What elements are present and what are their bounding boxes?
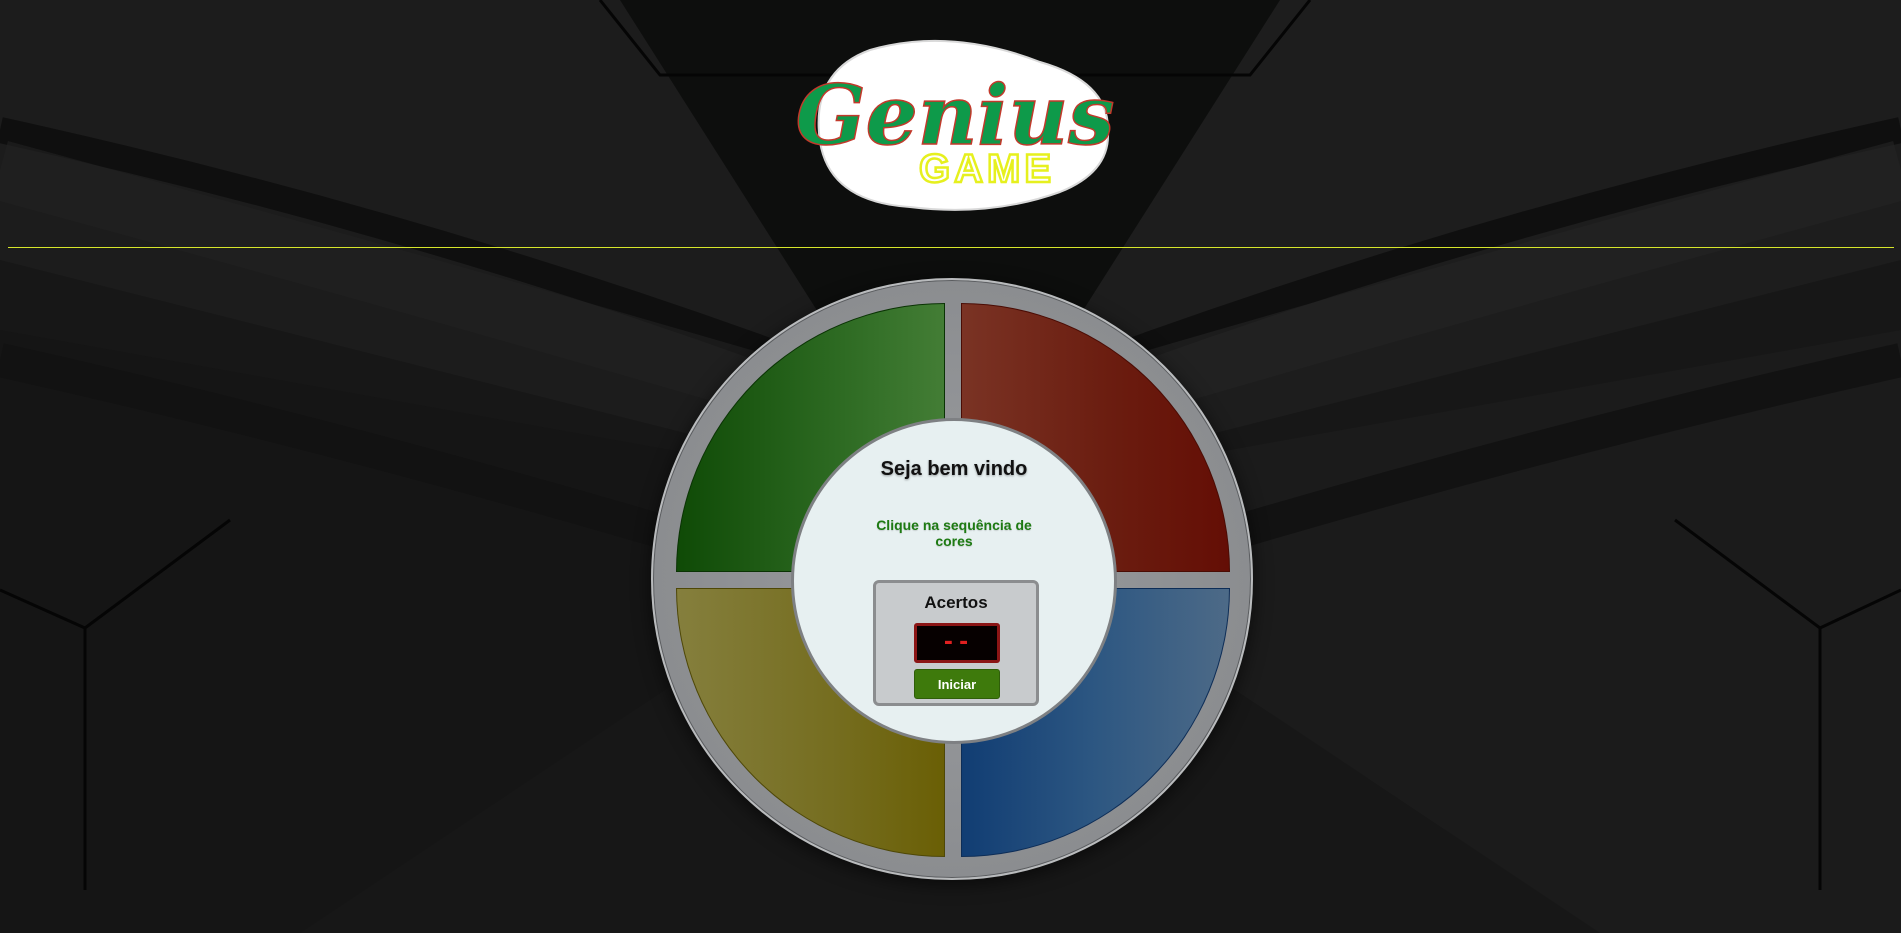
start-button[interactable]: Iniciar [914, 669, 1000, 699]
header-divider [8, 247, 1894, 248]
game-board: Seja bem vindo Clique na sequência de co… [651, 278, 1253, 880]
score-label: Acertos [924, 593, 988, 612]
center-panel: Seja bem vindo Clique na sequência de co… [791, 418, 1117, 744]
score-panel: Acertos -- Iniciar [873, 580, 1039, 706]
welcome-title: Seja bem vindo [880, 458, 1028, 480]
score-display: -- [914, 623, 1000, 663]
logo-graphic: Genius GAME [795, 39, 1115, 211]
genius-game-logo: Genius GAME [790, 32, 1120, 212]
logo-sub: GAME [919, 147, 1055, 191]
instruction-text: Clique na sequência de cores [876, 517, 1032, 549]
